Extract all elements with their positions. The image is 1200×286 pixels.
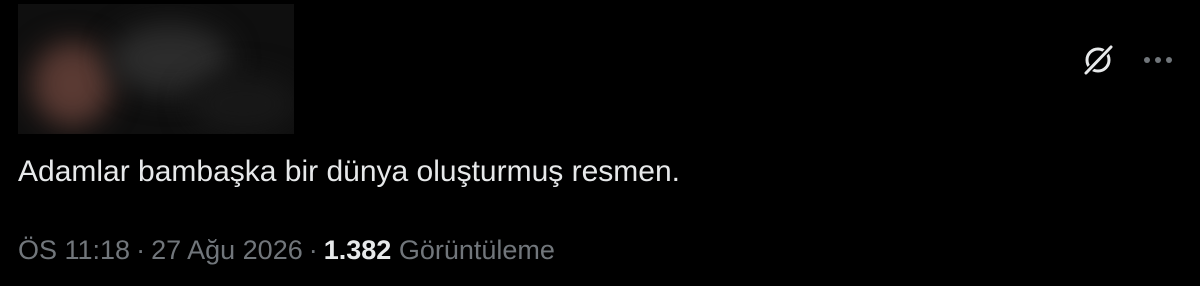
grok-icon (1083, 44, 1114, 76)
tweet-time[interactable]: ÖS 11:18 (18, 235, 130, 265)
tweet-text: Adamlar bambaşka bir dünya oluşturmuş re… (18, 155, 680, 188)
grok-button[interactable] (1078, 40, 1118, 80)
tweet: Adamlar bambaşka bir dünya oluşturmuş re… (0, 0, 1200, 286)
tweet-meta: ÖS 11:18 · 27 Ağu 2026 · 1.382 Görüntüleme (18, 230, 555, 270)
more-icon (1144, 57, 1172, 63)
tweet-date[interactable]: 27 Ağu 2026 (151, 235, 303, 265)
author-header-blurred[interactable] (18, 4, 294, 134)
views-label: Görüntüleme (398, 235, 555, 265)
meta-separator: · (308, 235, 318, 265)
meta-separator: · (136, 235, 146, 265)
more-button[interactable] (1138, 40, 1178, 80)
views-count[interactable]: 1.382 (324, 235, 392, 265)
handle-blur (188, 74, 294, 134)
avatar-blur (32, 42, 112, 126)
